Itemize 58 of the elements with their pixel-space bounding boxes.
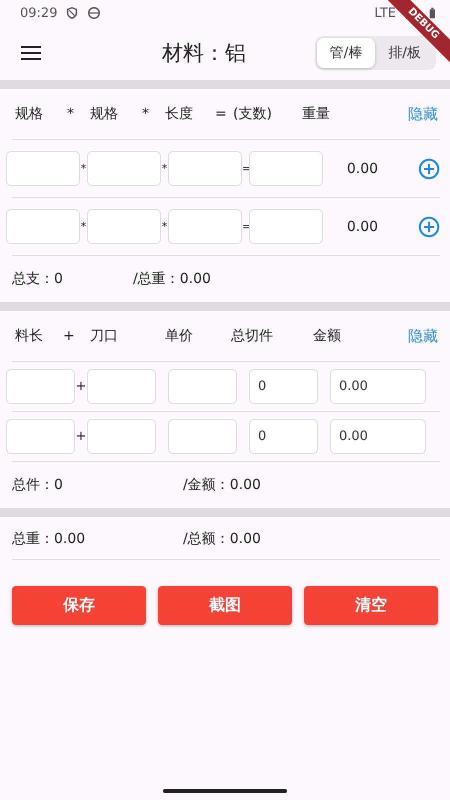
input-field[interactable] (87, 209, 161, 244)
input-field[interactable] (6, 369, 75, 404)
column-header: (支数) (233, 105, 273, 123)
segment-tab[interactable]: 排/板 (375, 38, 434, 68)
input-field[interactable] (168, 151, 242, 186)
input-field[interactable] (168, 419, 237, 454)
column-header: 金额 (313, 327, 342, 345)
input-field[interactable]: 0 (249, 369, 318, 404)
column-header: 重量 (302, 105, 331, 123)
column-header: 总切件 (231, 327, 274, 345)
input-field[interactable] (6, 209, 80, 244)
input-field[interactable] (249, 209, 323, 244)
input-field[interactable]: 0.00 (330, 369, 426, 404)
add-icon[interactable] (418, 214, 440, 238)
input-field[interactable] (87, 369, 156, 404)
summary-text: /总重：0.00 (133, 270, 211, 288)
input-field[interactable] (6, 151, 80, 186)
action-button[interactable]: 清空 (304, 586, 438, 625)
segment-tab[interactable]: 管/棒 (316, 38, 376, 68)
column-header: 刀口 (90, 327, 119, 345)
column-header: = (215, 106, 228, 122)
network-label: LTE (374, 6, 396, 20)
input-field[interactable] (87, 151, 161, 186)
input-field[interactable] (249, 151, 323, 186)
operator-sign: * (80, 162, 87, 175)
page-title: 材料：铝 (162, 40, 247, 67)
input-field[interactable] (168, 369, 237, 404)
column-header: * (67, 106, 75, 122)
input-field[interactable] (168, 209, 242, 244)
column-header: 长度 (165, 105, 194, 123)
summary-text: 总件：0 (12, 476, 64, 494)
menu-icon[interactable] (20, 45, 42, 61)
weight-value: 0.00 (346, 218, 380, 234)
add-icon[interactable] (418, 156, 440, 180)
summary-text: 总支：0 (12, 270, 64, 288)
input-field[interactable] (87, 419, 156, 454)
column-header: * (142, 106, 150, 122)
input-field[interactable]: 0 (249, 419, 318, 454)
operator-sign: * (161, 220, 168, 233)
column-header: 料长 (15, 327, 44, 345)
action-button[interactable]: 截图 (158, 586, 292, 625)
column-header: 单价 (165, 327, 194, 345)
column-header: 规格 (90, 105, 119, 123)
shield-icon (65, 6, 80, 20)
summary-text: /金额：0.00 (183, 476, 261, 494)
input-field[interactable]: 0.00 (330, 419, 426, 454)
column-header: + (63, 328, 76, 344)
operator-sign: * (80, 220, 87, 233)
total-text: 总重：0.00 (12, 530, 86, 548)
operator-sign: * (161, 162, 168, 175)
operator-sign: + (75, 379, 87, 394)
action-button[interactable]: 保存 (12, 586, 146, 625)
weight-value: 0.00 (346, 160, 380, 176)
input-field[interactable] (6, 419, 75, 454)
column-header: 规格 (15, 105, 44, 123)
status-time: 09:29 (20, 6, 58, 20)
operator-sign: + (75, 429, 87, 444)
total-text: /总额：0.00 (183, 530, 261, 548)
